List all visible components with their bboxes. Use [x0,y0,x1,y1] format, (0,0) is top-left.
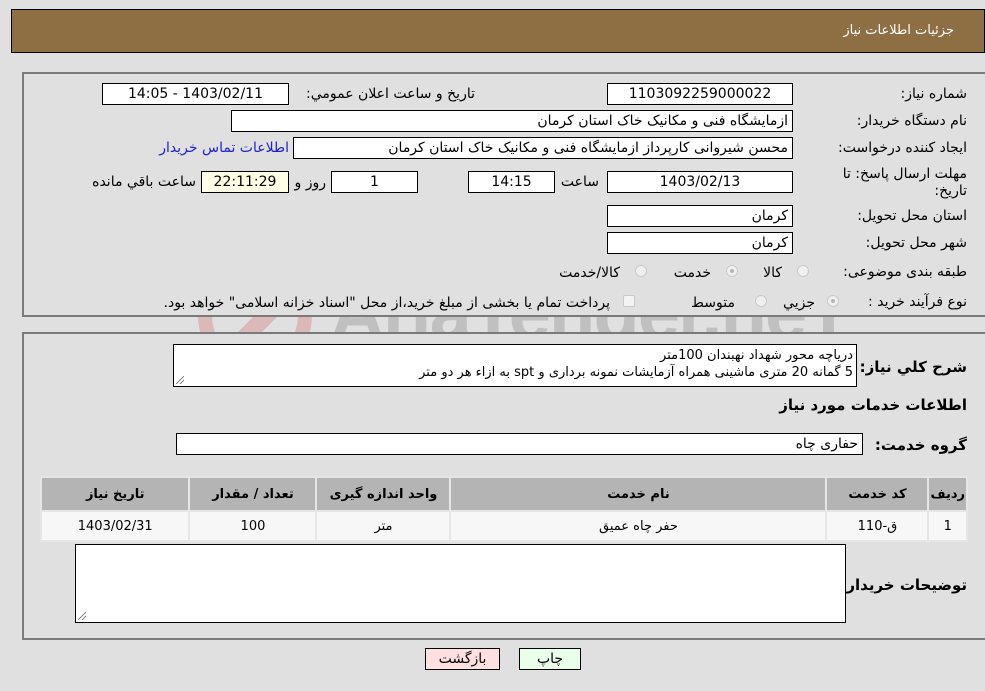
purchase-type-medium-radio[interactable] [755,295,767,307]
deadline-date-field: 1403/02/13 [607,171,793,193]
purchase-type-medium-label: متوسط [691,295,735,311]
buyer-org-label: نام دستگاه خريدار: [856,113,967,129]
delivery-city-label: شهر محل تحویل: [865,235,967,251]
category-goods-service-radio[interactable] [635,265,647,277]
announce-datetime-field: 1403/02/11 - 14:05 [102,83,289,105]
table-row: 1 ق-110 حفر چاه عمیق متر 100 1403/02/31 [39,510,968,542]
buyer-notes-textarea[interactable] [75,544,846,623]
category-goods-service-label: کالا/خدمت [559,265,620,281]
resize-handle-icon[interactable] [176,376,184,384]
requester-field: محسن شیروانی کارپرداز ازمایشگاه فنی و مک… [293,137,793,159]
services-heading: اطلاعات خدمات مورد نياز [779,396,967,414]
column-header-service-name: نام خدمت [449,476,828,512]
delivery-province-label: استان محل تحویل: [857,208,967,224]
delivery-province-field: کرمان [607,205,793,227]
column-header-unit: واحد اندازه گیری [315,476,452,512]
service-group-label: گروه خدمت: [874,436,967,454]
page-header: جزئیات اطلاعات نیاز [11,9,985,53]
description-textarea[interactable]: دریاچه محور شهداد نهبندان 100متر 5 گمانه… [173,344,857,387]
deadline-time-field: 14:15 [468,171,555,193]
remaining-days-field: 1 [331,171,418,193]
buyer-notes-label: توضیحات خریدار: [840,576,967,594]
cell-row-number: 1 [927,510,968,542]
buyer-contact-link[interactable]: اطلاعات تماس خریدار [159,140,289,156]
deadline-label: مهلت ارسال پاسخ: تا تاریخ: [842,166,967,199]
back-button[interactable]: بازگشت [425,648,500,670]
page-title: جزئیات اطلاعات نیاز [843,23,954,38]
description-line-2: 5 گمانه 20 متری ماشینی همراه آزمایشات نم… [419,365,853,380]
days-label: روز و [294,175,327,191]
remaining-time-label: ساعت باقي مانده [92,174,196,190]
category-label: طبقه بندی موضوعی: [843,264,967,280]
description-line-1: دریاچه محور شهداد نهبندان 100متر [660,348,853,363]
column-header-row-number: رديف [927,476,968,512]
deadline-time-label: ساعت [560,174,599,190]
description-label: شرح کلي نياز: [859,358,967,376]
category-service-radio[interactable] [726,265,738,277]
cell-service-code: ق-110 [825,510,930,542]
cell-unit: متر [315,510,452,542]
delivery-city-field: کرمان [607,232,793,254]
category-goods-radio[interactable] [797,265,809,277]
announce-datetime-label: تاریخ و ساعت اعلان عمومي: [306,86,475,102]
cell-service-name: حفر چاه عمیق [449,510,828,542]
cell-quantity: 100 [188,510,318,542]
need-number-label: شماره نیاز: [900,86,968,102]
requester-label: ایجاد کننده درخواست: [838,140,967,156]
service-group-field: حفاری چاه [176,433,863,455]
services-table: رديف کد خدمت نام خدمت واحد اندازه گیری ت… [39,476,968,542]
column-header-quantity: تعداد / مقدار [188,476,318,512]
treasury-note: پرداخت تمام یا بخشی از مبلغ خرید،از محل … [163,295,610,311]
resize-handle-icon[interactable] [78,612,86,620]
category-service-label: خدمت [673,265,711,281]
column-header-need-date: تاریخ نیاز [39,476,191,512]
purchase-type-minor-label: جزيي [783,295,815,311]
print-button[interactable]: چاپ [519,648,581,670]
purchase-type-label: نوع فرآیند خرید : [868,294,967,310]
remaining-time-field: 22:11:29 [201,171,289,193]
need-number-field: 1103092259000022 [607,83,793,105]
treasury-checkbox[interactable] [623,295,635,307]
buyer-org-field: ازمایشگاه فنی و مکانیک خاک استان کرمان [231,110,793,132]
cell-need-date: 1403/02/31 [39,510,191,542]
category-goods-label: کالا [763,265,782,281]
purchase-type-minor-radio[interactable] [827,295,839,307]
table-header-row: رديف کد خدمت نام خدمت واحد اندازه گیری ت… [39,476,968,512]
column-header-service-code: کد خدمت [825,476,930,512]
